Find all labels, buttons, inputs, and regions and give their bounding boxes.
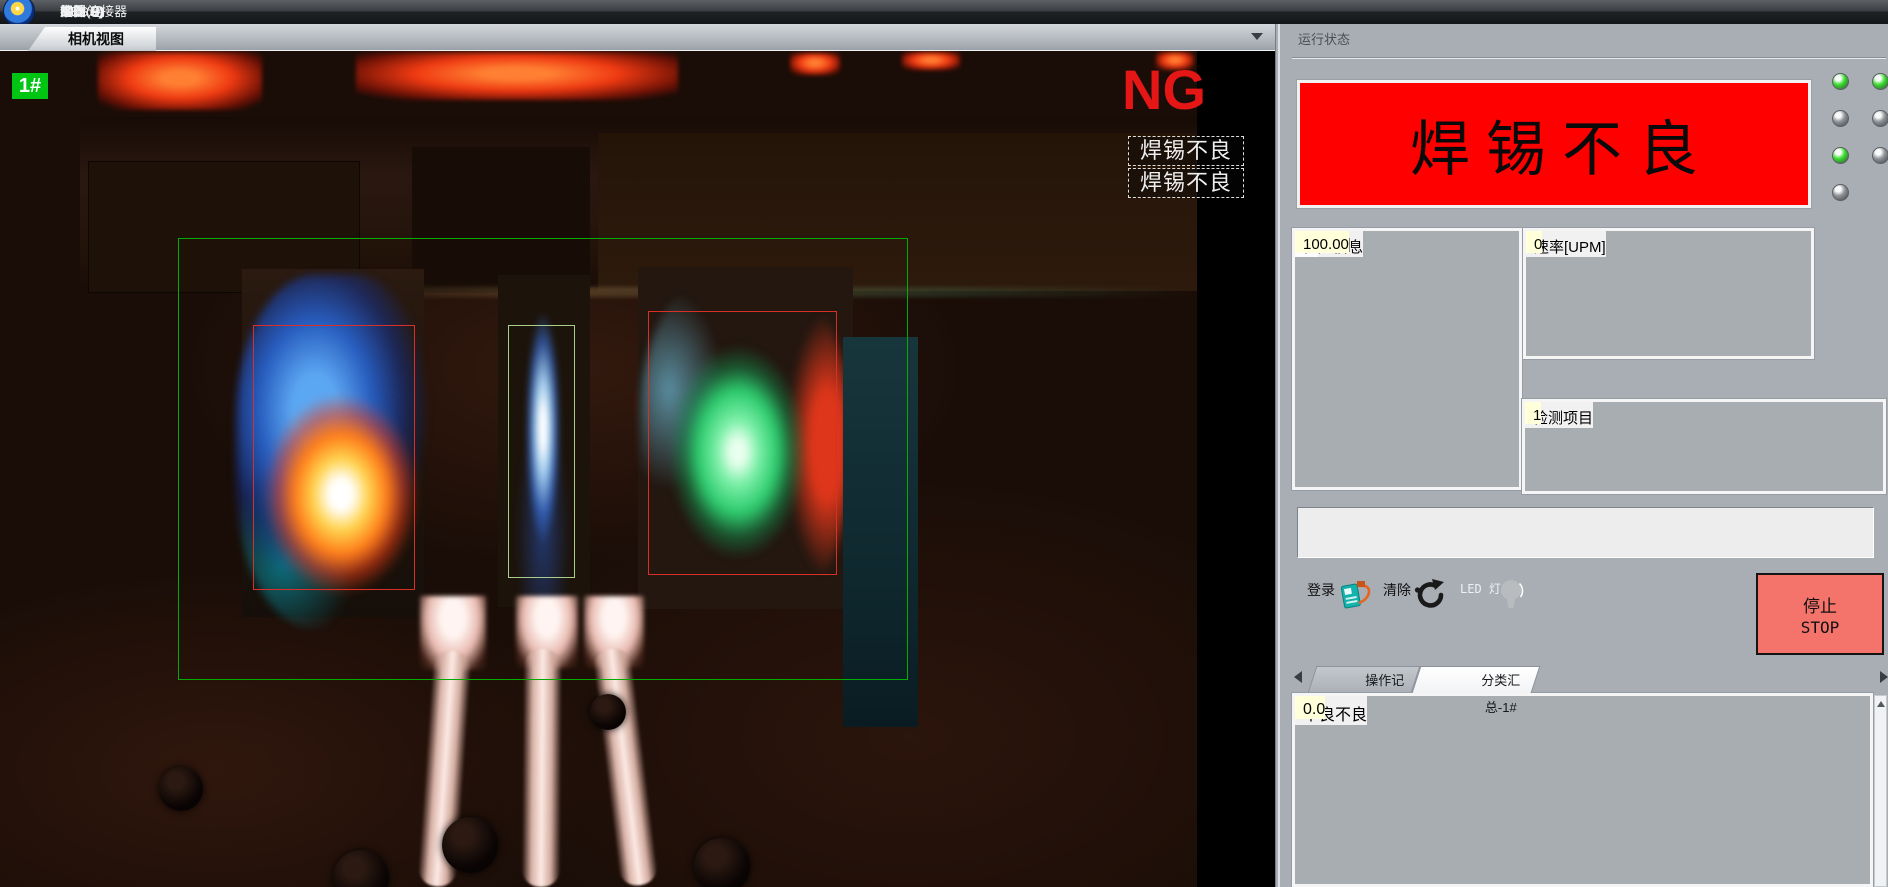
stop-button[interactable]: 停止 STOP [1756, 573, 1884, 655]
tab-dropdown-arrow-icon[interactable] [1251, 33, 1263, 40]
inspection-result-text: NG [1122, 57, 1242, 122]
table-cell: 1 [1525, 402, 1541, 424]
stop-label-cn: 停止 [1758, 592, 1882, 617]
app-window: 文件(F) 编辑(E) 视图(V) 设置(S) MES连接器 运行(O) 帮助(… [0, 0, 1888, 887]
red-glow [98, 52, 262, 110]
tab-camera-view[interactable]: 相机视图 [28, 27, 156, 51]
panel-splitter[interactable] [1275, 24, 1290, 887]
led-light-button[interactable]: LED 灯 [1460, 577, 1530, 649]
table-cell [1295, 696, 1303, 701]
screw-hole [333, 850, 389, 887]
table-cell [1526, 231, 1534, 236]
status-led [1832, 147, 1849, 164]
roi-rectangle-middle [508, 325, 575, 578]
clear-button[interactable]: 清除 [1383, 577, 1443, 649]
component-lead [522, 649, 562, 887]
vertical-scrollbar[interactable] [1874, 695, 1887, 887]
status-led [1872, 110, 1888, 127]
totals-table: 总数3良品00.00不良3100.00速率[UPM]0 [1523, 228, 1814, 359]
alarm-banner: 焊锡不良 [1297, 80, 1811, 208]
status-led [1832, 73, 1849, 90]
table-cell [1295, 231, 1303, 236]
component-lead [592, 647, 659, 887]
id-badge-icon [1337, 577, 1373, 613]
station-badge: 1# [12, 73, 48, 99]
scroll-up-icon[interactable] [1877, 701, 1885, 707]
status-led [1872, 73, 1888, 90]
tab-classification-summary-label: 分类汇总-1# [1471, 667, 1530, 721]
status-led [1832, 110, 1849, 127]
roi-rectangle-right [648, 311, 837, 575]
screw-hole [442, 817, 498, 873]
defect-label: 焊锡不良 [1128, 168, 1244, 198]
run-status-panel: 运行状态 焊锡不良 生产信息值[%]1#[NG]3100.00 总数3良品00.… [1290, 24, 1888, 887]
login-button[interactable]: 登录 [1307, 577, 1367, 649]
classification-summary-table: 分类汇总值[%]良品00.0定位00.0热熔不良00.0焊锡不良133.3不良0… [1292, 693, 1873, 887]
defect-label: 焊锡不良 [1128, 136, 1244, 166]
alarm-text: 焊锡不良 [1394, 101, 1714, 188]
roi-rectangle-left [253, 325, 415, 590]
refresh-clear-icon [1413, 577, 1449, 613]
menu-bar: 文件(F) 编辑(E) 视图(V) 设置(S) MES连接器 运行(O) 帮助(… [0, 0, 1888, 24]
clear-label: 清除 [1383, 580, 1411, 600]
login-label: 登录 [1307, 580, 1335, 600]
camera-tab-bar: 相机视图 [0, 24, 1275, 51]
bottom-tab-strip: 操作记录 分类汇总-1# [1290, 666, 1888, 693]
menu-help[interactable]: 帮助(H) [44, 0, 120, 24]
run-info-table: 运行信息值程式名称505检测项目1 [1522, 399, 1886, 494]
tab-scroll-right-icon[interactable] [1880, 671, 1888, 683]
status-led [1872, 147, 1888, 164]
led-light-label: LED 灯 [1460, 580, 1501, 597]
screw-hole [694, 838, 750, 887]
red-glow [356, 52, 678, 100]
tab-scroll-left-icon[interactable] [1294, 671, 1302, 683]
table-cell: 100.00 [1295, 231, 1349, 253]
app-logo-icon [3, 0, 35, 24]
camera-image: 1# [0, 51, 1197, 887]
panel-title: 运行状态 [1298, 29, 1350, 48]
screw-hole [590, 694, 626, 730]
stop-label-en: STOP [1758, 618, 1882, 637]
screw-hole [159, 767, 203, 811]
camera-viewport: 1# NG 焊锡不良 焊锡不良 [0, 51, 1275, 887]
red-glow [790, 53, 840, 75]
tab-classification-summary[interactable]: 分类汇总-1# [1412, 666, 1541, 693]
red-glow [902, 52, 960, 70]
production-info-table: 生产信息值[%]1#[NG]3100.00 [1292, 228, 1522, 490]
status-led [1832, 184, 1849, 201]
panel-divider [1292, 57, 1886, 59]
tab-operation-log[interactable]: 操作记录 [1308, 666, 1421, 693]
message-box [1297, 507, 1874, 558]
